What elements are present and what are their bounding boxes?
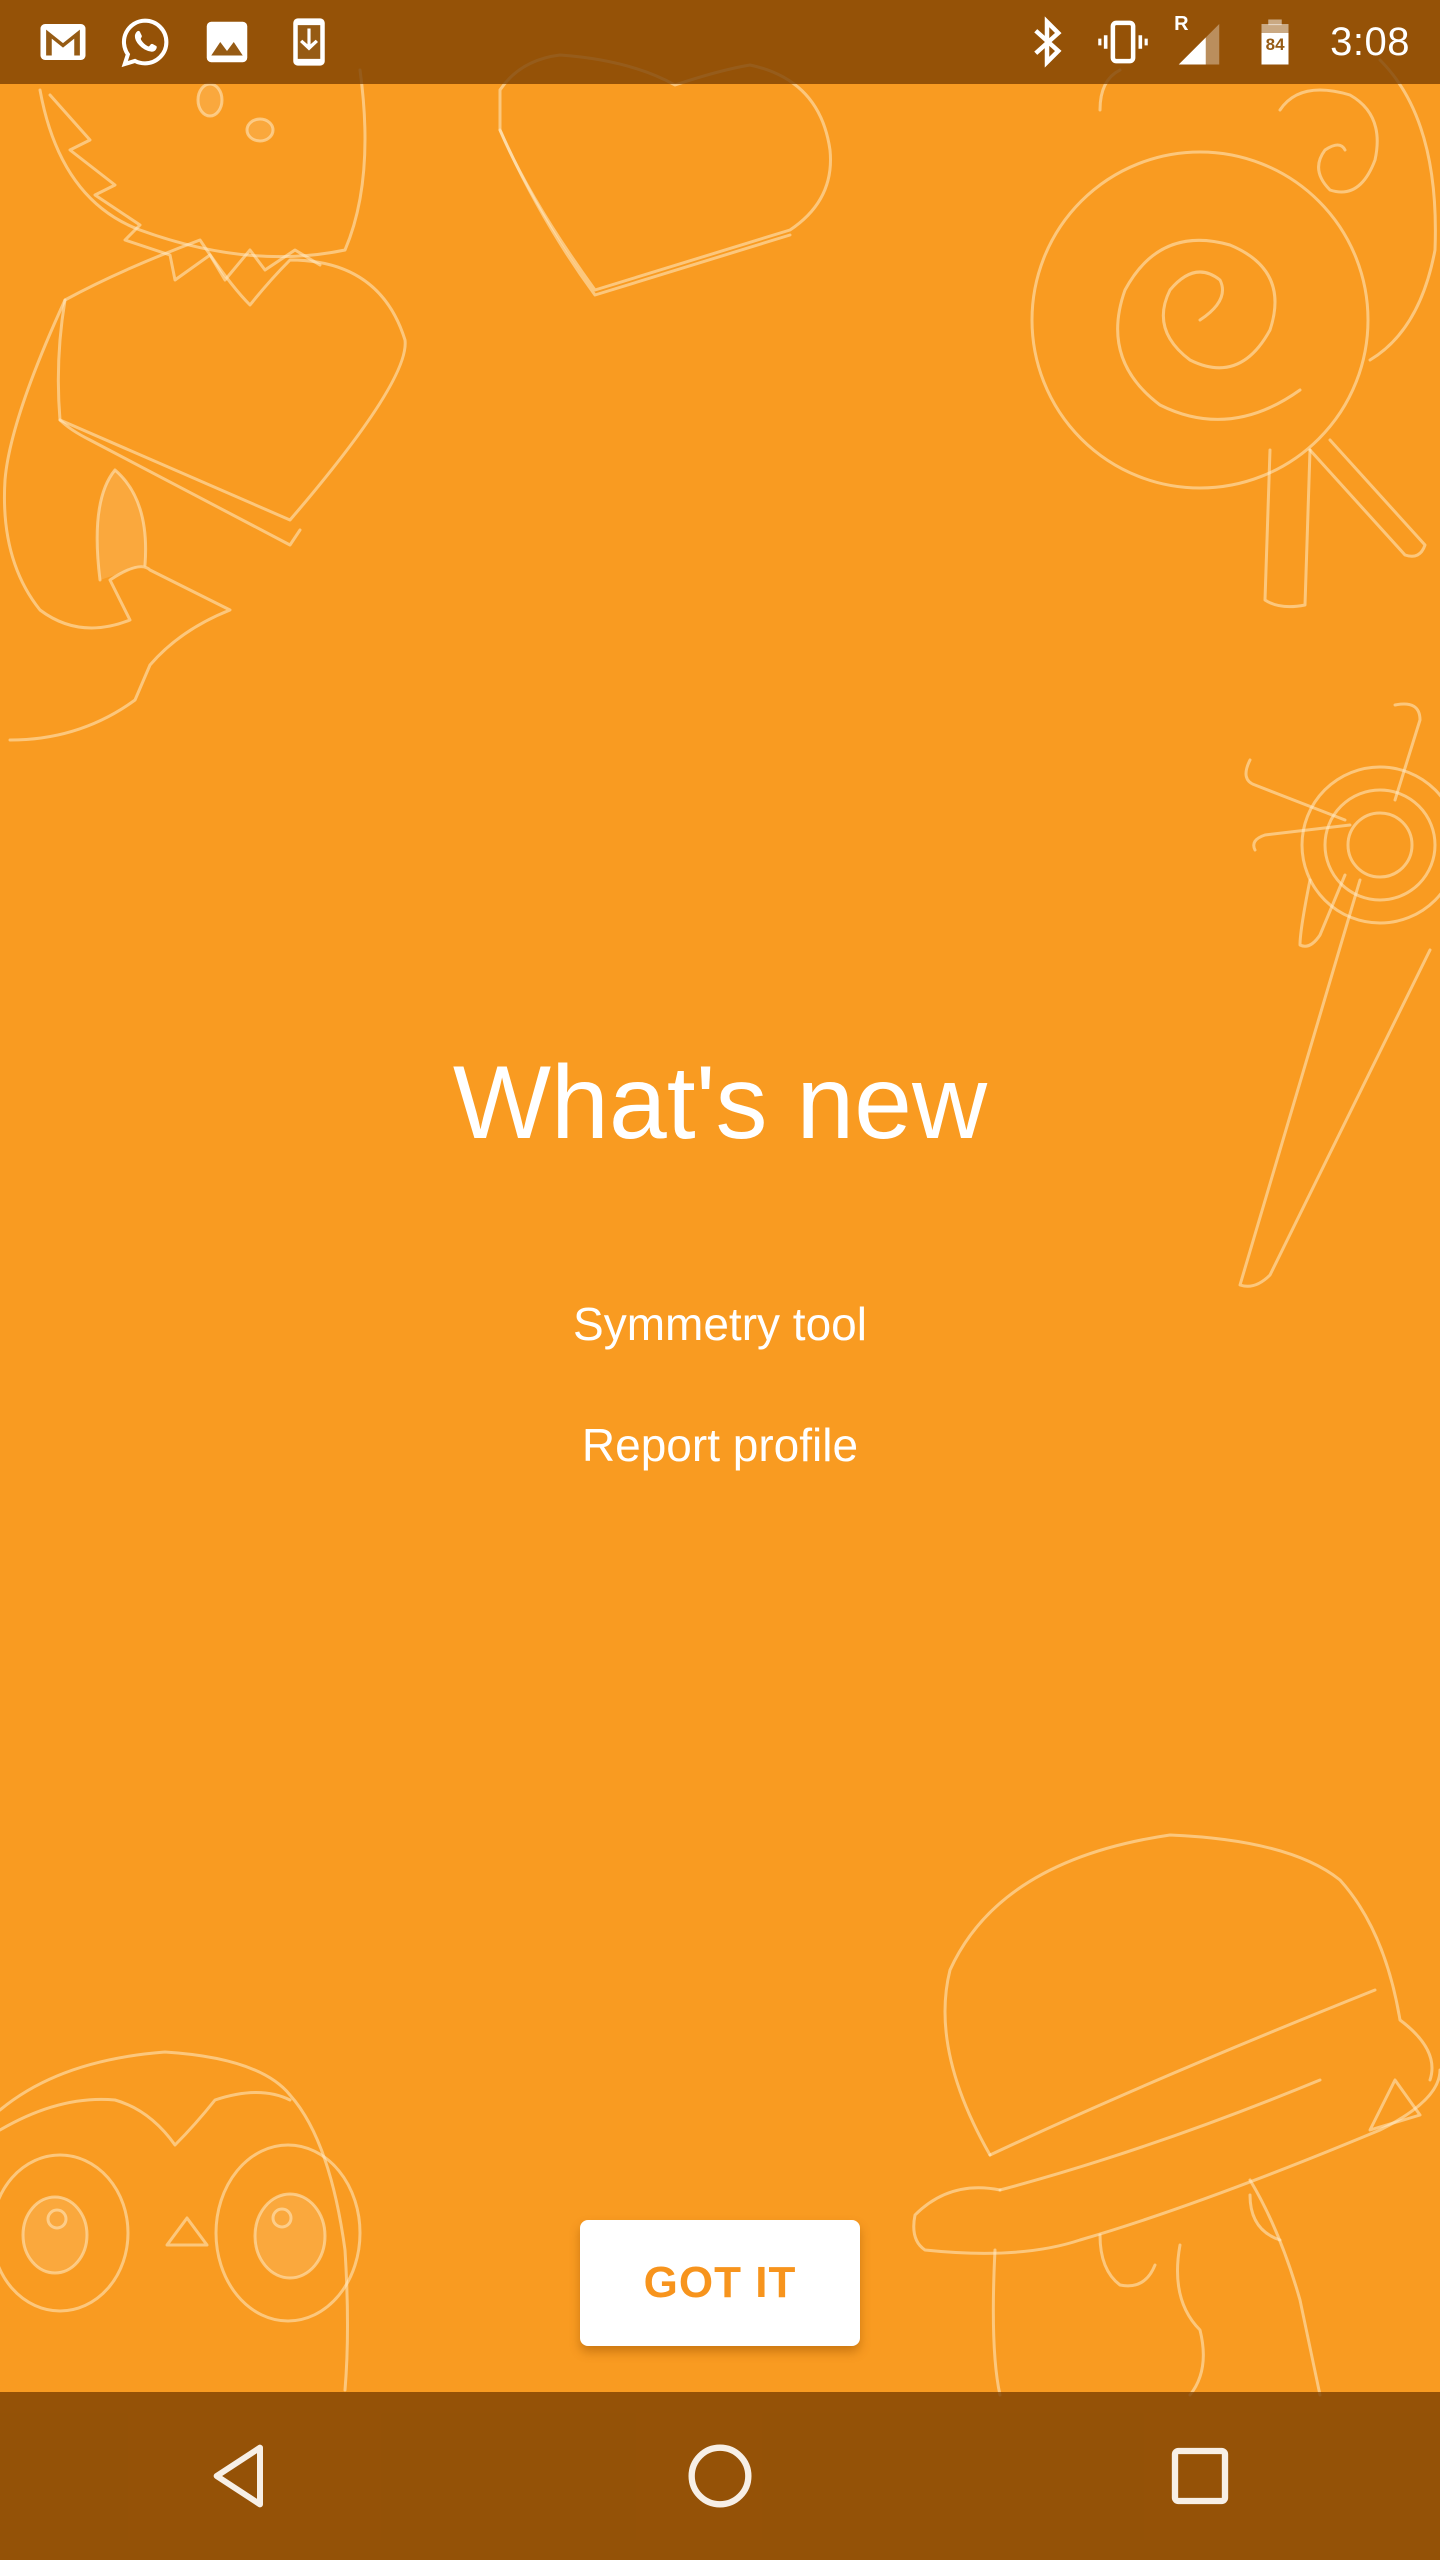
vibrate-icon (1096, 15, 1150, 69)
whats-new-screen: What's new Symmetry tool Report profile … (0, 84, 1440, 2392)
feature-item: Report profile (581, 1419, 859, 1471)
download-icon (282, 15, 336, 69)
gallery-image-icon (200, 15, 254, 69)
navigation-bar (0, 2392, 1440, 2560)
recents-button[interactable] (1130, 2406, 1270, 2546)
got-it-button[interactable]: GOT IT (580, 2220, 860, 2346)
gmail-icon (36, 15, 90, 69)
notification-icons (0, 15, 336, 69)
whatsapp-icon (118, 15, 172, 69)
bluetooth-icon (1020, 15, 1074, 69)
battery-icon: 84 (1248, 15, 1302, 69)
signal-roaming-icon: R (1172, 13, 1226, 69)
recents-icon (1171, 2447, 1229, 2505)
home-button[interactable] (650, 2406, 790, 2546)
home-icon (688, 2444, 752, 2508)
back-icon (213, 2444, 263, 2508)
feature-item: Symmetry tool (573, 1298, 867, 1350)
status-bar: R 84 3:08 (0, 0, 1440, 84)
back-button[interactable] (170, 2406, 310, 2546)
battery-level: 84 (1265, 35, 1285, 54)
clock: 3:08 (1330, 19, 1410, 64)
roaming-indicator: R (1174, 13, 1189, 35)
system-icons: R 84 3:08 (1020, 13, 1440, 69)
feature-list: Symmetry tool Report profile (0, 1294, 1440, 1536)
page-title: What's new (452, 1045, 988, 1161)
